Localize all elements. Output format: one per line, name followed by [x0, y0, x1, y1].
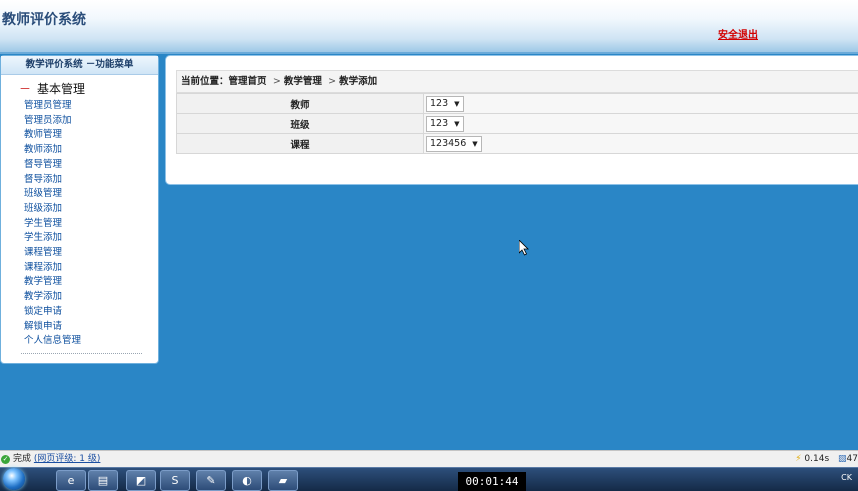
chevron-down-icon: ▼ [454, 120, 459, 128]
logout-link[interactable]: 安全退出 [718, 26, 758, 41]
class-select[interactable]: 123 ▼ [426, 116, 464, 132]
explorer-icon[interactable]: ▤ [88, 470, 118, 491]
image-icon[interactable]: ▧ [838, 454, 847, 464]
sidebar-item-teacher-add[interactable]: 教师添加 [24, 143, 158, 158]
sidebar-item-class-manage[interactable]: 班级管理 [24, 187, 158, 202]
teacher-select[interactable]: 123 ▼ [426, 96, 464, 112]
header-banner: 教师评价系统 安全退出 [0, 0, 858, 54]
breadcrumb-current: 教学添加 [339, 76, 377, 87]
sidebar-item-course-manage[interactable]: 课程管理 [24, 246, 158, 261]
done-check-icon: ✓ [1, 455, 10, 464]
breadcrumb: 当前位置：管理首页 >教学管理 >教学添加 [176, 70, 858, 93]
class-label: 班级 [177, 114, 424, 134]
sidebar-item-admin-manage[interactable]: 管理员管理 [24, 99, 158, 114]
app-icon-1[interactable]: ◩ [126, 470, 156, 491]
main-panel: 当前位置：管理首页 >教学管理 >教学添加 教师 123▼ 班级 123▼ 课程… [165, 55, 858, 185]
sidebar-item-class-add[interactable]: 班级添加 [24, 202, 158, 217]
ie-icon[interactable]: e [56, 470, 86, 491]
lightning-icon: ⚡ [795, 454, 801, 464]
teacher-select-value: 123 [430, 98, 448, 109]
section-title-label: 基本管理 [37, 82, 85, 96]
collapse-icon[interactable]: － [19, 82, 31, 96]
sidebar-item-teaching-manage[interactable]: 教学管理 [24, 275, 158, 290]
teacher-label: 教师 [177, 94, 424, 114]
class-select-value: 123 [430, 118, 448, 129]
course-label: 课程 [177, 134, 424, 154]
sidebar-item-profile[interactable]: 个人信息管理 [24, 334, 158, 349]
chevron-down-icon: ▼ [472, 140, 477, 148]
breadcrumb-section[interactable]: 教学管理 [284, 76, 322, 87]
statusbar-right: ⚡ 0.14s ▧47 [795, 451, 858, 468]
taskbar: e ▤ ◩ S ✎ ◐ ▰ 00:01:44 CK [0, 467, 858, 491]
course-select[interactable]: 123456 ▼ [426, 136, 482, 152]
sidebar-item-unlock-request[interactable]: 解锁申请 [24, 320, 158, 335]
start-button[interactable] [3, 468, 25, 490]
menu-divider [21, 353, 142, 354]
form-row-class: 班级 123 ▼ [177, 114, 858, 134]
sidebar-item-teaching-add[interactable]: 教学添加 [24, 290, 158, 305]
sidebar-item-teacher-manage[interactable]: 教师管理 [24, 128, 158, 143]
sidebar-item-supervisor-add[interactable]: 督导添加 [24, 173, 158, 188]
sidebar-menu: 管理员管理 管理员添加 教师管理 教师添加 督导管理 督导添加 班级管理 班级添… [1, 99, 158, 349]
form-row-teacher: 教师 123 ▼ [177, 94, 858, 114]
language-indicator[interactable]: CK [841, 473, 852, 482]
mouse-cursor-icon [519, 240, 529, 256]
app-icon-4[interactable]: ◐ [232, 470, 262, 491]
sidebar-item-admin-add[interactable]: 管理员添加 [24, 114, 158, 129]
course-select-value: 123456 [430, 138, 466, 149]
app-icon-3[interactable]: ✎ [196, 470, 226, 491]
breadcrumb-separator: > [273, 76, 281, 87]
sidebar-header: 教学评价系统 －功能菜单 [1, 56, 158, 75]
sidebar-item-lock-request[interactable]: 锁定申请 [24, 305, 158, 320]
recording-clock: 00:01:44 [458, 472, 526, 491]
statusbar-extra: 47 [847, 454, 858, 464]
sidebar-item-course-add[interactable]: 课程添加 [24, 261, 158, 276]
teaching-add-form: 教师 123 ▼ 班级 123 ▼ 课程 123456 ▼ [176, 93, 858, 154]
sidebar-item-student-add[interactable]: 学生添加 [24, 231, 158, 246]
page-rating-link[interactable]: (网页评级: 1 级) [34, 454, 101, 464]
form-row-course: 课程 123456 ▼ [177, 134, 858, 154]
load-time: 0.14s [804, 454, 829, 464]
app-title: 教师评价系统 [2, 9, 86, 29]
breadcrumb-separator: > [328, 76, 336, 87]
app-icon-5[interactable]: ▰ [268, 470, 298, 491]
browser-statusbar: ✓完成 (网页评级: 1 级) ⚡ 0.14s ▧47 [0, 450, 858, 468]
breadcrumb-prefix: 当前位置： [181, 76, 229, 87]
section-title[interactable]: － 基本管理 [19, 80, 158, 97]
sidebar: 教学评价系统 －功能菜单 － 基本管理 管理员管理 管理员添加 教师管理 教师添加… [0, 55, 159, 364]
breadcrumb-home[interactable]: 管理首页 [229, 76, 267, 87]
sidebar-item-student-manage[interactable]: 学生管理 [24, 217, 158, 232]
sidebar-item-supervisor-manage[interactable]: 督导管理 [24, 158, 158, 173]
app-icon-2[interactable]: S [160, 470, 190, 491]
status-text: 完成 [13, 454, 31, 464]
chevron-down-icon: ▼ [454, 100, 459, 108]
